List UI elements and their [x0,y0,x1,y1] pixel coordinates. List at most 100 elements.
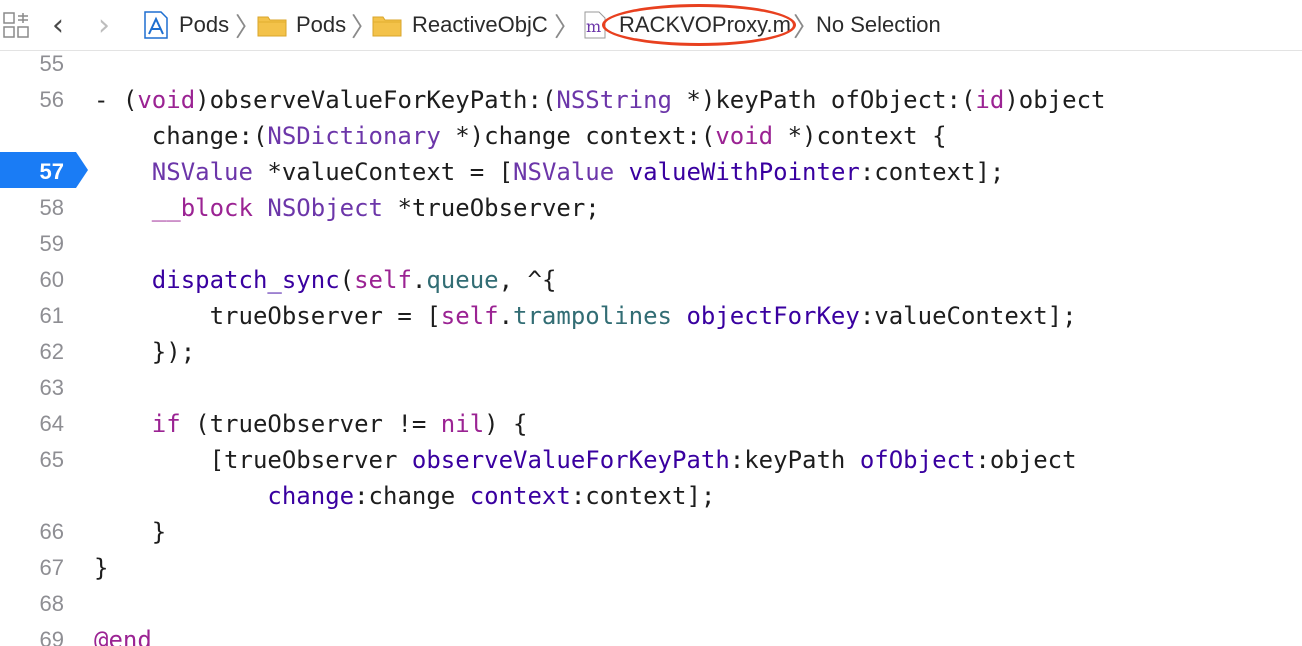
code-line[interactable]: change:change context:context]; [94,478,715,514]
code-token: *)change context:( [440,122,716,150]
breadcrumb-project[interactable]: Pods [179,0,229,50]
code-token: self [354,266,412,294]
code-token: :object [975,446,1077,474]
code-token: NSDictionary [267,122,441,150]
objc-file-icon-letter: m [586,17,602,36]
line-number: 65 [39,447,64,472]
code-token: . [498,302,514,330]
breadcrumb-no-selection[interactable]: No Selection [816,0,941,50]
code-token: dispatch_sync [151,266,340,294]
line-number: 55 [39,51,64,76]
line-number: 62 [39,339,64,364]
forward-chevron-icon[interactable]: › [98,0,110,50]
code-token: void [715,122,774,150]
line-number: 60 [39,267,64,292]
code-token: id [975,86,1005,114]
line-number: 64 [39,411,64,436]
code-line[interactable]: } [94,514,166,550]
code-line[interactable]: __block NSObject *trueObserver; [94,190,600,226]
code-token: objectForKey [686,302,860,330]
code-line[interactable]: change:(NSDictionary *)change context:(v… [94,118,947,154]
code-token: self [440,302,499,330]
code-token: valueWithPointer [628,158,860,186]
back-chevron-icon[interactable]: ‹ [52,0,64,50]
code-token: ) { [484,410,528,438]
code-token: :context]; [570,482,716,510]
line-number: 69 [39,627,64,646]
code-line[interactable]: }); [94,334,195,370]
code-token: NSValue [151,158,253,186]
folder-icon [372,0,402,50]
code-token: (trueObserver != [180,410,441,438]
code-token: *trueObserver; [383,194,600,222]
xcodeproj-icon [143,0,169,50]
code-token: NSString [556,86,672,114]
code-token: context [469,482,571,510]
line-number: 58 [39,195,64,220]
code-token: trampolines [513,302,672,330]
code-line[interactable]: dispatch_sync(self.queue, ^{ [94,262,557,298]
line-number: 59 [39,231,64,256]
code-token: :keyPath [729,446,860,474]
code-token: @end [94,626,152,646]
code-token: - ( [94,86,138,114]
folder-icon [257,0,287,50]
line-number: 63 [39,375,64,400]
line-number: 61 [39,303,64,328]
code-token: *)context { [773,122,947,150]
code-token: [trueObserver [94,446,412,474]
code-line[interactable]: if (trueObserver != nil) { [94,406,528,442]
breadcrumb-separator-icon: 〉 [554,12,581,43]
code-token: change [267,482,355,510]
code-token: ofObject [859,446,976,474]
code-token: *)keyPath ofObject:( [671,86,976,114]
code-line[interactable]: - (void)observeValueForKeyPath:(NSString… [94,82,1105,118]
code-token: :change [354,482,470,510]
source-editor[interactable]: 55 56 57 58 59 60 61 62 63 64 65 66 67 68 69 - (void)o… [0,50,1302,646]
code-token: :context]; [859,158,1005,186]
code-token: change:( [94,122,268,150]
code-token: , ^{ [498,266,557,294]
related-items-grid-icon[interactable] [2,0,30,50]
code-token: nil [440,410,485,438]
code-token: } [94,518,167,546]
code-token: :valueContext]; [859,302,1077,330]
code-line[interactable]: NSValue *valueContext = [NSValue valueWi… [94,154,1005,190]
code-token: queue [426,266,499,294]
code-token: )observeValueForKeyPath:( [195,86,557,114]
breadcrumb-file[interactable]: RACKVOProxy.m [619,0,791,50]
code-line[interactable]: [trueObserver observeValueForKeyPath:key… [94,442,1077,478]
objc-file-icon: m [584,0,606,50]
line-number: 67 [39,555,64,580]
code-token: observeValueForKeyPath [411,446,730,474]
code-token: __block [151,194,253,222]
code-token: ( [339,266,355,294]
line-number: 57 [39,159,64,184]
code-token: trueObserver = [ [94,302,441,330]
code-token: *valueContext = [ [252,158,514,186]
line-number: 66 [39,519,64,544]
code-line[interactable]: @end [94,622,152,646]
breadcrumb-group-pods[interactable]: Pods [296,0,346,50]
line-number: 68 [39,591,64,616]
line-number: 56 [39,87,64,112]
code-token: }); [94,338,196,366]
code-token: void [137,86,196,114]
code-token: } [94,554,109,582]
jump-bar: ‹ › Pods 〉 Pods 〉 ReactiveObjC 〉 m RACKV… [0,0,1302,51]
code-line[interactable]: trueObserver = [self.trampolines objectF… [94,298,1077,334]
code-line[interactable]: } [94,550,108,586]
code-token: if [151,410,181,438]
code-token: NSValue [513,158,615,186]
breadcrumb-group-reactiveobjc[interactable]: ReactiveObjC [412,0,548,50]
code-token: . [411,266,427,294]
code-token: NSObject [267,194,383,222]
